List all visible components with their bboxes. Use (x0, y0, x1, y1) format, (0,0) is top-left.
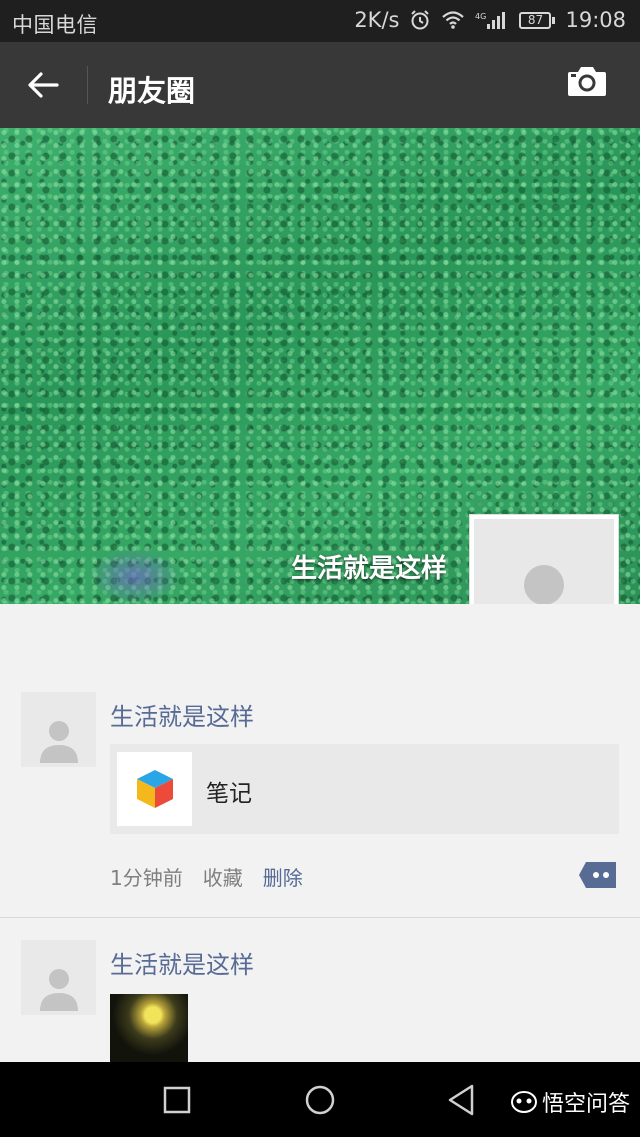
person-icon (39, 721, 78, 763)
post-author[interactable]: 生活就是这样 (110, 697, 254, 732)
cube-icon (136, 770, 173, 808)
post-photo[interactable] (110, 994, 188, 1062)
status-icons: 2K/s 4G 87 19:08 (354, 8, 626, 32)
post-avatar[interactable] (21, 692, 96, 767)
system-back-button[interactable] (442, 1080, 482, 1120)
post-divider (0, 917, 640, 918)
cover-flowers (90, 548, 180, 604)
cover-user-name[interactable]: 生活就是这样 (291, 548, 447, 585)
moments-feed: 生活就是这样 笔记 1分钟前 收藏 删除 生活就是这样 (0, 604, 640, 1062)
page-title: 朋友圈 (108, 74, 196, 108)
recent-apps-button[interactable] (157, 1080, 197, 1120)
post-meta: 1分钟前 收藏 删除 (110, 862, 303, 891)
svg-text:4G: 4G (475, 12, 486, 21)
alarm-icon (411, 10, 430, 30)
triangle-back-icon (448, 1084, 474, 1116)
clock: 19:08 (565, 8, 626, 32)
back-arrow-icon (28, 72, 59, 98)
watermark-text: 悟空问答 (541, 1092, 630, 1117)
back-button[interactable] (18, 62, 68, 108)
shared-link-card[interactable]: 笔记 (110, 744, 619, 834)
signal-icon: 4G (475, 12, 506, 29)
post-avatar[interactable] (21, 940, 96, 1015)
link-title: 笔记 (206, 781, 252, 807)
carrier-label: 中国电信 (12, 13, 98, 37)
square-icon (163, 1086, 191, 1114)
comment-more-button[interactable] (578, 860, 618, 890)
delete-button[interactable]: 删除 (263, 862, 303, 891)
person-icon (39, 969, 78, 1011)
circle-icon (305, 1085, 335, 1115)
network-speed: 2K/s (354, 8, 400, 32)
battery-tip (552, 16, 556, 24)
wukong-logo-icon (510, 1091, 537, 1113)
camera-button[interactable] (566, 64, 616, 106)
camera-icon (568, 67, 606, 96)
home-button[interactable] (300, 1080, 340, 1120)
system-nav-bar: 悟空问答 (0, 1062, 640, 1137)
wifi-icon (442, 11, 465, 29)
link-thumbnail (117, 752, 192, 826)
favorite-label: 收藏 (202, 866, 243, 890)
post-author[interactable]: 生活就是这样 (110, 945, 254, 980)
nav-bar: 朋友圈 (0, 42, 640, 128)
post-time: 1分钟前 (110, 866, 183, 890)
status-bar: 中国电信 2K/s 4G 87 19:08 (0, 0, 640, 42)
more-dots-icon (579, 862, 616, 888)
watermark: 悟空问答 (510, 1086, 630, 1118)
battery-indicator: 87 (519, 11, 556, 29)
nav-divider (87, 66, 88, 104)
battery-level: 87 (519, 11, 552, 29)
